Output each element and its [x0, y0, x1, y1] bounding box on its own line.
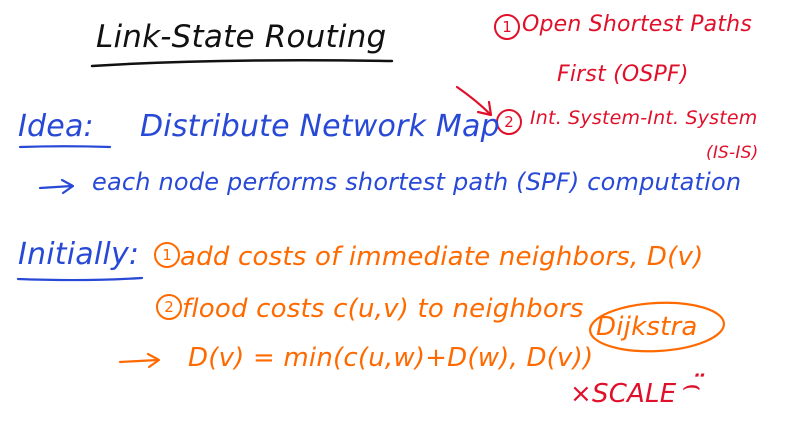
- ink-strokes: [16, 58, 726, 369]
- initially-underline: [16, 276, 144, 282]
- arrow-right-icon: [38, 178, 75, 195]
- dijkstra-circle: [588, 301, 726, 353]
- title-underline: [90, 58, 394, 68]
- whiteboard: Link-State Routing 1 Open Shortest Paths…: [0, 0, 789, 421]
- idea-underline: [18, 145, 112, 149]
- arrow-right-icon: [118, 352, 161, 369]
- arrow-right-icon: [455, 85, 493, 117]
